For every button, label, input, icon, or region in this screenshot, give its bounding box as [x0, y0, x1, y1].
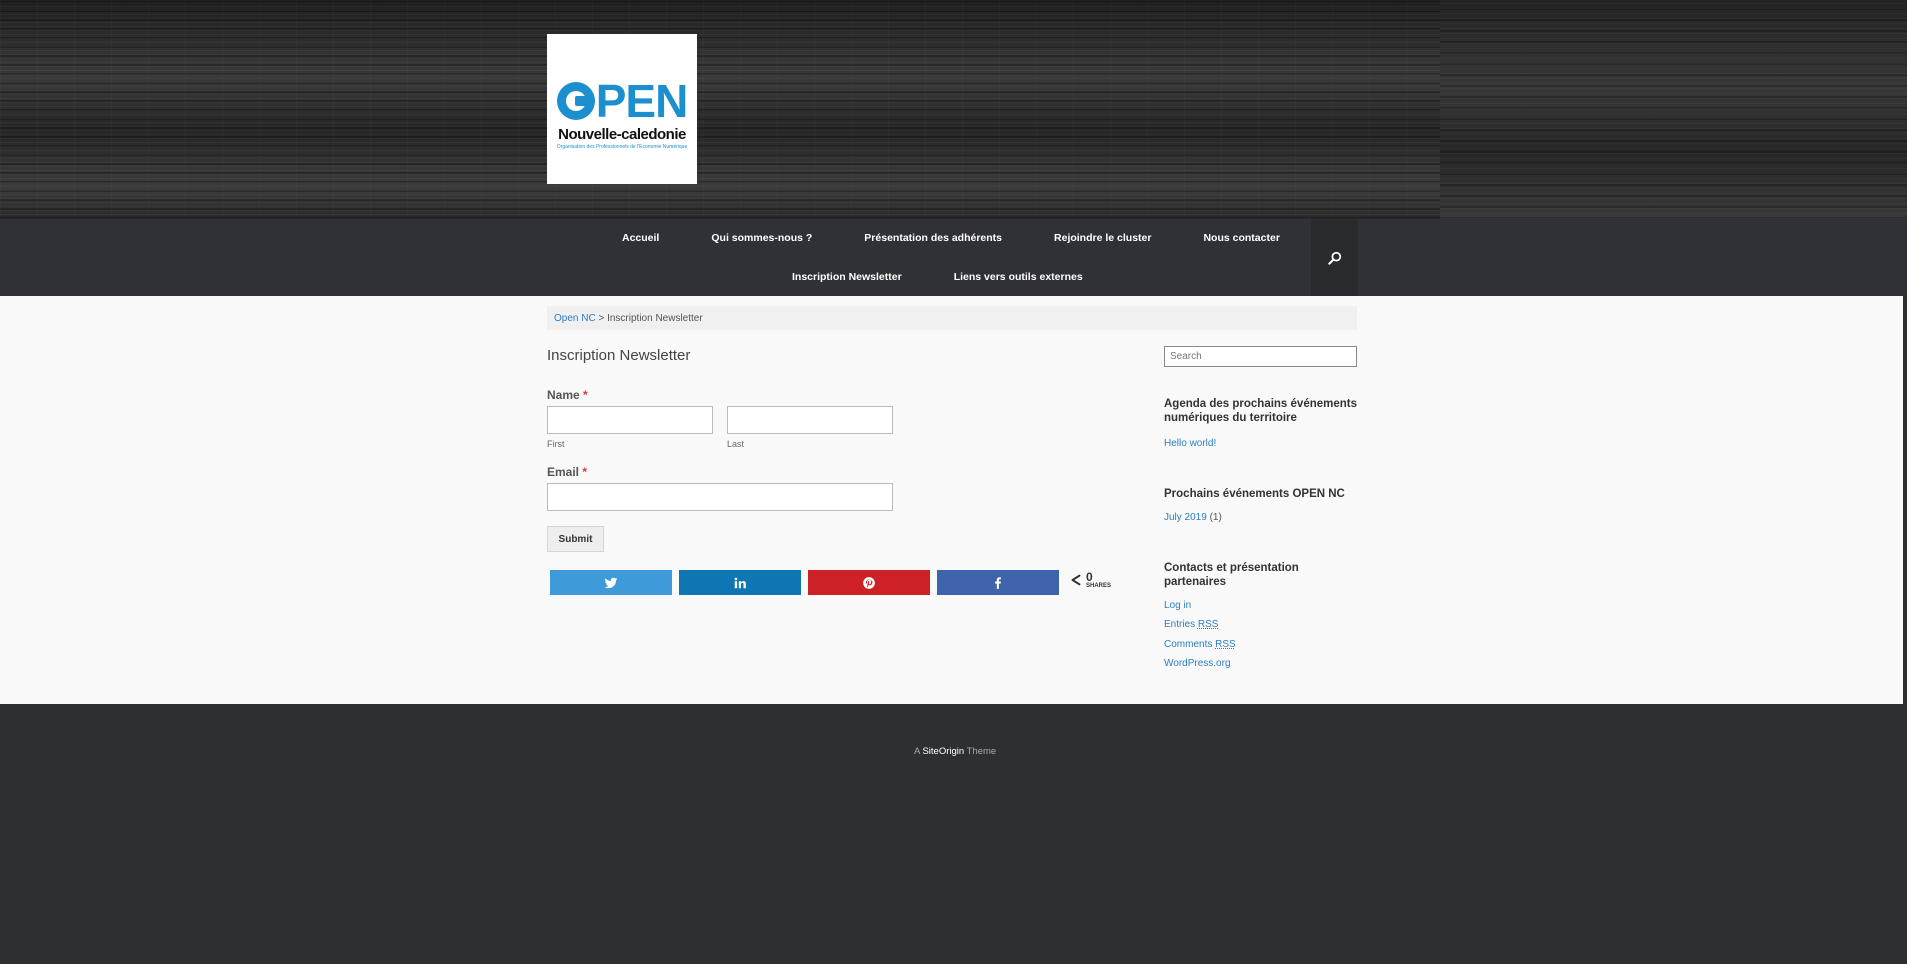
nav-item-qui-sommes-nous[interactable]: Qui sommes-nous ? [685, 232, 838, 244]
name-label-text: Name [547, 388, 580, 402]
archive-item: July 2019 (1) [1164, 512, 1222, 523]
share-twitter-button[interactable] [550, 570, 672, 595]
nav-item-accueil[interactable]: Accueil [596, 232, 685, 244]
logo-subtitle: Nouvelle-caledonie [558, 126, 686, 143]
nav-row-2: Inscription Newsletter Liens vers outils… [766, 271, 1109, 283]
meta-link-comments-rss[interactable]: Comments RSS [1164, 639, 1236, 650]
entries-rss-label: Entries [1164, 619, 1196, 630]
share-count-label: SHARES [1086, 583, 1112, 589]
nav-item-adherents[interactable]: Présentation des adhérents [838, 232, 1028, 244]
share-facebook-button[interactable] [937, 570, 1059, 595]
share-count-number: 0 [1086, 570, 1093, 584]
meta-link-login[interactable]: Log in [1164, 600, 1191, 611]
name-label: Name * [547, 388, 588, 402]
email-label-text: Email [547, 465, 580, 479]
share-count-block: 0 SHARES [1086, 571, 1111, 589]
widget-link-hello-world[interactable]: Hello world! [1164, 438, 1216, 449]
pinterest-icon [863, 576, 875, 589]
widget-title-agenda: Agenda des prochains événements numériqu… [1164, 398, 1358, 424]
nav-item-newsletter[interactable]: Inscription Newsletter [766, 271, 928, 283]
facebook-icon [995, 576, 1001, 589]
widget-title-contacts: Contacts et présentation partenaires [1164, 562, 1299, 588]
comments-rss-label: Comments [1164, 639, 1213, 650]
first-name-input[interactable] [547, 406, 713, 434]
linkedin-icon [734, 577, 746, 588]
search-icon [1327, 251, 1341, 265]
last-sublabel: Last [727, 439, 745, 449]
share-counter: 0 SHARES [1069, 571, 1111, 589]
meta-link-entries-rss[interactable]: Entries RSS [1164, 619, 1218, 630]
meta-link-wordpress[interactable]: WordPress.org [1164, 658, 1231, 669]
breadcrumb: Open NC > Inscription Newsletter [547, 306, 1357, 330]
main-navigation [0, 219, 1907, 296]
nav-item-rejoindre[interactable]: Rejoindre le cluster [1028, 232, 1177, 244]
logo-wordmark: PEN [556, 75, 689, 127]
site-logo[interactable]: PEN Nouvelle-caledonie Organisation des … [547, 34, 697, 184]
required-marker: * [582, 465, 588, 479]
logo-o-icon [556, 82, 595, 120]
page-title: Inscription Newsletter [547, 347, 691, 364]
archive-link-july-2019[interactable]: July 2019 [1164, 512, 1207, 523]
nav-item-contact[interactable]: Nous contacter [1177, 232, 1305, 244]
rss-abbr: RSS [1215, 639, 1236, 650]
nav-search-button[interactable] [1311, 219, 1358, 296]
header-background-panel [1440, 0, 1907, 219]
logo-tagline: Organisation des Professionnels de l'Eco… [556, 144, 688, 150]
twitter-icon [604, 577, 618, 588]
rss-abbr: RSS [1197, 619, 1219, 630]
share-icon [1071, 574, 1081, 586]
siteorigin-link[interactable]: SiteOrigin [922, 746, 964, 757]
logo-main-text: PEN [595, 75, 689, 127]
email-input[interactable] [547, 483, 893, 511]
nav-item-outils-externes[interactable]: Liens vers outils externes [928, 271, 1109, 283]
last-name-input[interactable] [727, 406, 893, 434]
required-marker: * [583, 388, 588, 402]
breadcrumb-current: Inscription Newsletter [607, 313, 703, 324]
breadcrumb-home-link[interactable]: Open NC [554, 313, 596, 324]
main-content [0, 296, 1903, 704]
footer-credit: A SiteOrigin Theme [914, 746, 996, 757]
nav-row-1: Accueil Qui sommes-nous ? Présentation d… [596, 232, 1306, 244]
widget-title-evenements: Prochains événements OPEN NC [1164, 488, 1345, 500]
breadcrumb-separator: > [595, 313, 608, 324]
email-label: Email * [547, 465, 587, 479]
first-sublabel: First [547, 439, 565, 449]
site-footer [0, 704, 1907, 964]
share-linkedin-button[interactable] [679, 570, 801, 595]
submit-button[interactable]: Submit [547, 526, 604, 552]
sidebar-search-input[interactable] [1164, 346, 1357, 367]
share-pinterest-button[interactable] [808, 570, 930, 595]
archive-count: (1) [1209, 512, 1222, 523]
credit-suffix: Theme [964, 746, 997, 757]
